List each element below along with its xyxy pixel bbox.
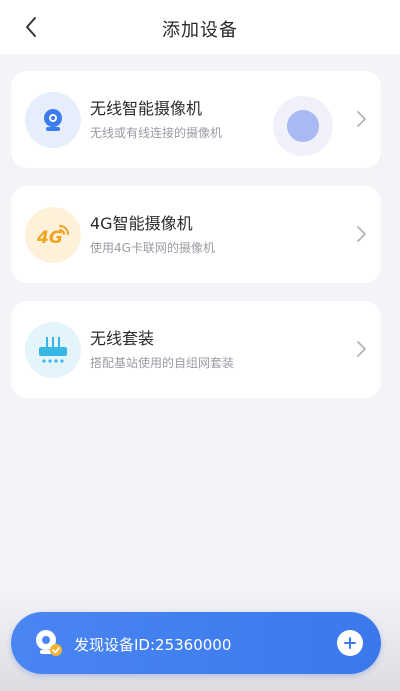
chevron-right-icon xyxy=(357,226,366,242)
card-subtitle: 搭配基站使用的自组网套装 xyxy=(90,356,235,370)
header: 添加设备 xyxy=(0,0,400,54)
card-4g-camera[interactable]: 4G 4G智能摄像机 使用4G卡联网的摄像机 xyxy=(11,186,381,283)
card-subtitle: 无线或有线连接的摄像机 xyxy=(90,126,223,140)
floating-dot-inner xyxy=(287,110,319,142)
4g-icon: 4G xyxy=(25,207,81,263)
camera-found-icon xyxy=(36,630,62,656)
svg-text:4G: 4G xyxy=(36,228,63,248)
webcam-icon xyxy=(25,92,81,148)
chevron-right-icon xyxy=(357,111,366,127)
card-wireless-camera[interactable]: 无线智能摄像机 无线或有线连接的摄像机 xyxy=(11,71,381,168)
discover-label: 发现设备ID:25360000 xyxy=(74,636,232,654)
plus-icon xyxy=(344,637,356,649)
card-title: 4G智能摄像机 xyxy=(90,214,193,233)
card-title: 无线智能摄像机 xyxy=(90,99,203,118)
card-wireless-kit[interactable]: 无线套装 搭配基站使用的自组网套装 xyxy=(11,301,381,398)
card-title: 无线套装 xyxy=(90,329,155,348)
card-subtitle: 使用4G卡联网的摄像机 xyxy=(90,241,215,255)
router-icon xyxy=(25,322,81,378)
discover-device-bar[interactable]: 发现设备ID:25360000 xyxy=(11,612,381,674)
page-title: 添加设备 xyxy=(162,20,238,41)
floating-assist-button[interactable] xyxy=(273,96,333,156)
chevron-right-icon xyxy=(357,341,366,357)
add-device-button[interactable] xyxy=(337,630,363,656)
